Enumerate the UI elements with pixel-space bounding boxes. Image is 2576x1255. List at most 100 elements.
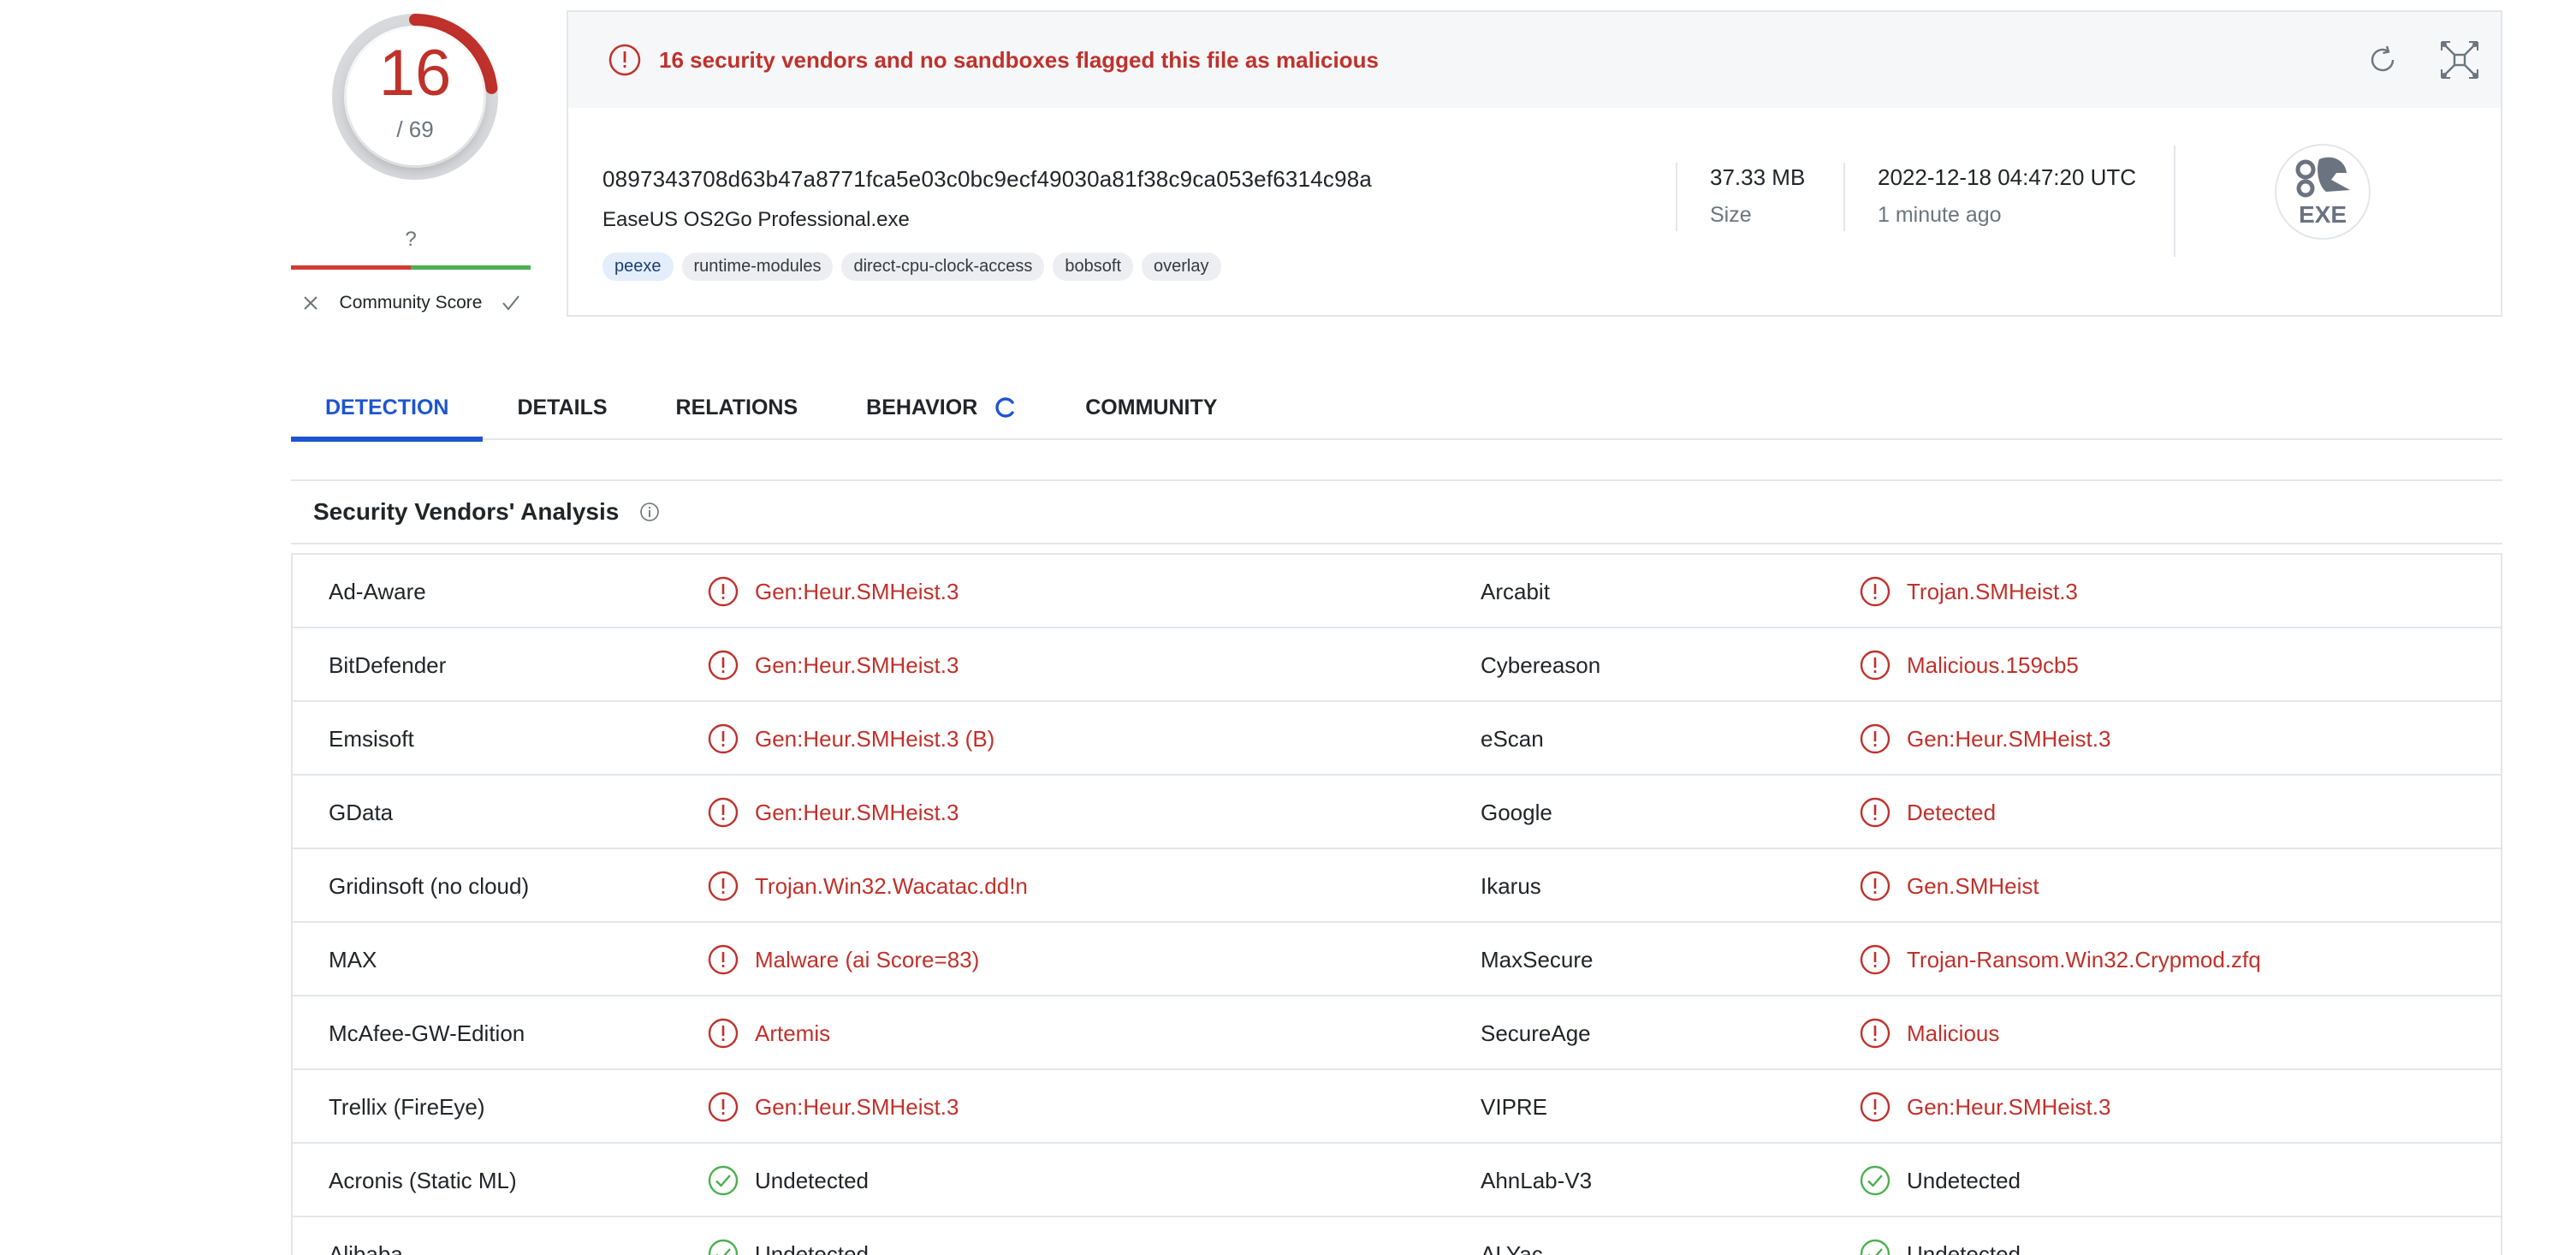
alert-icon (1860, 797, 1890, 828)
vendor-result: Gen:Heur.SMHeist.3 (1859, 702, 2110, 776)
vendor-result: Gen:Heur.SMHeist.3 (B) (707, 702, 994, 776)
divider (1676, 163, 1677, 231)
vendor-result: Undetected (707, 1144, 869, 1217)
vendor-name: eScan (1481, 725, 1544, 752)
reanalyze-button[interactable] (2359, 36, 2407, 84)
file-size: 37.33 MB Size (1710, 164, 1805, 228)
analysis-date-value: 2022-12-18 04:47:20 UTC (1878, 164, 2137, 190)
vendor-result-label: Gen.SMHeist (1907, 872, 2039, 899)
table-row: GData Gen:Heur.SMHeist.3 Google Detected (293, 776, 2501, 849)
alert-icon (1860, 650, 1890, 681)
vendor-result: Trojan-Ransom.Win32.Crypmod.zfq (1859, 923, 2261, 996)
vendor-name: VIPRE (1481, 1093, 1548, 1120)
vendors-section-header: Security Vendors' Analysis (291, 479, 2502, 544)
alert-icon (1860, 871, 1890, 901)
tab-label: COMMUNITY (1085, 395, 1218, 419)
detection-score-widget: 16 / 69 ? Community Score (291, 0, 531, 325)
vendor-result: Malicious.159cb5 (1859, 628, 2079, 702)
check-circle-icon (1860, 1239, 1890, 1255)
table-row: Acronis (Static ML) Undetected AhnLab-V3 Un… (293, 1144, 2501, 1217)
vendor-results-table: Ad-Aware Gen:Heur.SMHeist.3 Arcabit Trojan.… (291, 553, 2502, 1255)
vendor-result: Artemis (707, 996, 830, 1070)
alert-icon (708, 576, 739, 607)
vendor-result: Gen.SMHeist (1859, 849, 2039, 923)
file-tag[interactable]: runtime-modules (681, 253, 834, 281)
vendor-result-label: Malware (ai Score=83) (755, 946, 980, 972)
vote-harmful-button[interactable] (291, 286, 330, 320)
alert-icon (708, 797, 739, 828)
table-row: Emsisoft Gen:Heur.SMHeist.3 (B) eScan Gen:H… (293, 702, 2501, 776)
alert-icon (708, 944, 739, 975)
alert-icon (708, 650, 739, 681)
vendor-result: Trojan.Win32.Wacatac.dd!n (707, 849, 1028, 923)
info-icon[interactable] (639, 502, 660, 522)
alert-icon (708, 1018, 739, 1049)
file-tag[interactable]: direct-cpu-clock-access (841, 253, 1045, 281)
loading-spinner-icon (995, 397, 1014, 418)
tab-behavior[interactable]: BEHAVIOR (832, 375, 1051, 440)
file-type-icon: EXE (2271, 140, 2374, 243)
vendor-name: MAX (329, 946, 377, 972)
vendor-name: MaxSecure (1481, 946, 1594, 972)
vendor-name: Arcabit (1481, 578, 1550, 604)
similar-search-button[interactable] (2436, 36, 2484, 84)
alert-icon (708, 1091, 739, 1122)
tab-label: RELATIONS (675, 395, 798, 419)
alert-message: 16 security vendors and no sandboxes fla… (659, 46, 1379, 73)
report-tabs: DETECTION DETAILS RELATIONS BEHAVIOR COMMUNI… (291, 375, 2502, 442)
community-score-bar (291, 265, 531, 270)
vendor-name: Emsisoft (329, 725, 414, 752)
vendor-name: AhnLab-V3 (1481, 1167, 1593, 1193)
vendor-name: Trellix (FireEye) (329, 1093, 485, 1120)
tab-details[interactable]: DETAILS (483, 375, 641, 440)
check-circle-icon (708, 1165, 739, 1196)
tab-community[interactable]: COMMUNITY (1051, 375, 1251, 440)
file-summary-card: 16 security vendors and no sandboxes fla… (567, 10, 2502, 317)
vendor-name: Acronis (Static ML) (329, 1167, 517, 1193)
file-identity: 0897343708d63b47a8771fca5e03c0bc9ecf4903… (602, 166, 1372, 281)
vendor-result-label: Gen:Heur.SMHeist.3 (755, 578, 959, 604)
vendor-name: Google (1481, 799, 1552, 825)
table-row: Trellix (FireEye) Gen:Heur.SMHeist.3 VIPRE… (293, 1070, 2501, 1144)
vendor-result-label: Undetected (755, 1167, 869, 1193)
vendor-result-label: Artemis (755, 1020, 831, 1046)
engine-total: / 69 (396, 116, 434, 142)
file-tag[interactable]: peexe (602, 253, 674, 281)
vendor-name: Ad-Aware (329, 578, 426, 604)
community-score-row: Community Score (291, 286, 531, 320)
vendor-result-label: Malicious.159cb5 (1907, 651, 2079, 678)
file-type-label: EXE (2299, 201, 2347, 228)
header-actions (2359, 36, 2484, 84)
vote-harmless-button[interactable] (491, 286, 531, 320)
vendor-result-label: Undetected (1907, 1167, 2021, 1193)
check-icon (502, 295, 519, 311)
file-hash[interactable]: 0897343708d63b47a8771fca5e03c0bc9ecf4903… (602, 166, 1372, 193)
vendor-result-label: Gen:Heur.SMHeist.3 (755, 1093, 959, 1120)
vendor-result: Malicious (1859, 996, 1999, 1070)
vendor-result-label: Trojan.Win32.Wacatac.dd!n (755, 872, 1028, 899)
file-size-label: Size (1710, 203, 1752, 227)
alert-icon (1860, 723, 1890, 754)
vendor-result-label: Gen:Heur.SMHeist.3 (755, 651, 959, 678)
vendor-result-label: Trojan-Ransom.Win32.Crypmod.zfq (1907, 946, 2261, 972)
vendor-name: GData (329, 799, 394, 825)
tab-label: DETECTION (325, 395, 449, 419)
vendor-name: SecureAge (1481, 1020, 1591, 1046)
section-title: Security Vendors' Analysis (313, 498, 620, 525)
vendor-result: Undetected (707, 1217, 869, 1255)
vendor-name: ALYac (1481, 1240, 1543, 1255)
vendor-result-label: Malicious (1907, 1020, 2000, 1046)
graph-nodes-icon (2441, 41, 2478, 79)
close-icon (304, 296, 318, 310)
vendor-result: Trojan.SMHeist.3 (1859, 555, 2078, 628)
community-score-label: Community Score (339, 293, 483, 312)
tab-detection[interactable]: DETECTION (291, 375, 484, 442)
tab-relations[interactable]: RELATIONS (642, 375, 833, 440)
vendor-result: Undetected (1859, 1217, 2021, 1255)
divider (1843, 163, 1845, 231)
file-tag[interactable]: bobsoft (1053, 253, 1134, 281)
table-row: MAX Malware (ai Score=83) MaxSecure Trojan-… (293, 923, 2501, 996)
file-name: EaseUS OS2Go Professional.exe (602, 208, 910, 231)
file-tag[interactable]: overlay (1142, 253, 1221, 281)
vendor-result: Malware (ai Score=83) (707, 923, 979, 996)
